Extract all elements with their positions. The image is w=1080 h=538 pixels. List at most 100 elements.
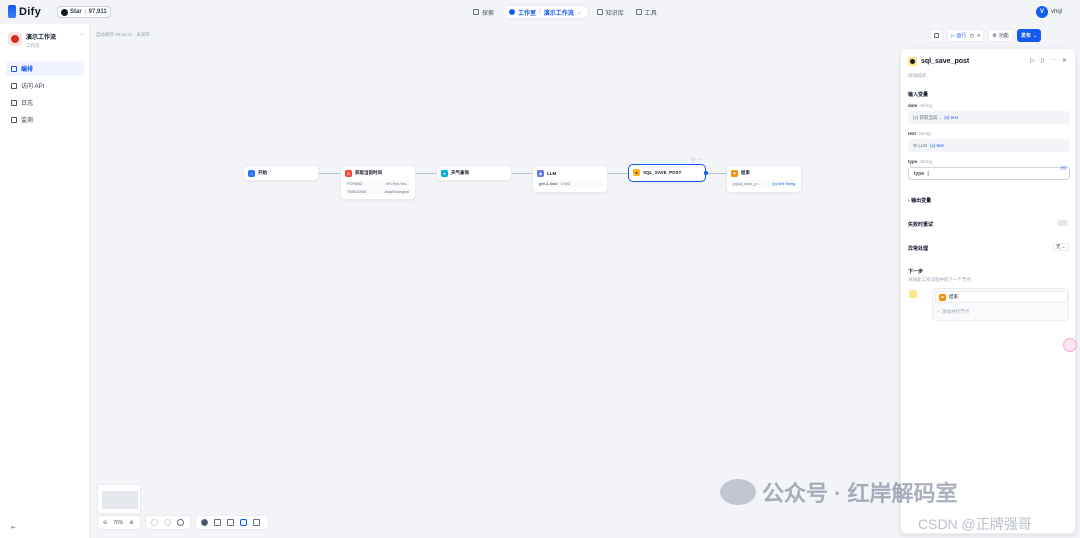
flag-icon: ⚑ xyxy=(731,169,738,177)
add-parallel-node-button[interactable]: + 添加并行节点 xyxy=(937,309,969,315)
github-icon xyxy=(61,8,68,16)
autosave-status: 自动保存 09:24:11 · 未发布 xyxy=(96,32,150,37)
more-icon[interactable]: ··· xyxy=(1050,57,1056,64)
node-output-handle[interactable] xyxy=(704,171,708,175)
field-text[interactable]: ⚙ LLM {x} text xyxy=(908,139,1070,152)
output-vars-heading[interactable]: › 输出变量 xyxy=(908,197,931,204)
edge-llm-sql[interactable] xyxy=(608,173,628,174)
nav-tools-label: 工具 xyxy=(644,10,657,17)
error-handling-select[interactable]: 无 ⌄ xyxy=(1053,243,1069,251)
send-icon: ➤ xyxy=(441,169,448,177)
minimap[interactable] xyxy=(97,484,141,514)
redo-icon[interactable] xyxy=(164,519,171,526)
variable-icon xyxy=(934,33,939,38)
node-llm[interactable]: ◆ LLM glm-4-flash CHAT xyxy=(532,165,608,193)
node-model-row: glm-4-flash CHAT xyxy=(537,180,603,187)
panel-title[interactable]: sql_save_post xyxy=(921,58,969,65)
history-toolbar xyxy=(145,515,191,530)
node-start[interactable]: ⌂ 开始 xyxy=(243,165,319,181)
help-icon[interactable]: ▯ xyxy=(1041,57,1044,64)
field-date[interactable]: {x} 获取当前... {x} text xyxy=(908,111,1070,124)
chevron-down-icon: ⌄ xyxy=(1032,32,1038,39)
history-icon[interactable] xyxy=(177,519,184,526)
brand-name: Dify xyxy=(19,5,41,18)
canvas-toolbar: ▷ 运行 ◷ ≡ ⚙ 功能 发布 ⌄ xyxy=(930,29,1042,42)
nav-studio-label: 工作室 xyxy=(518,10,537,17)
close-icon[interactable]: ✕ xyxy=(1062,57,1067,64)
edge-sql-end[interactable] xyxy=(706,173,726,174)
nav-knowledge[interactable]: 知识库 xyxy=(594,6,627,18)
nav-tools[interactable]: 工具 xyxy=(633,6,660,18)
nav-explore[interactable]: 探索 xyxy=(470,6,497,18)
description-input[interactable]: 添加描述... xyxy=(908,73,930,79)
node-weather[interactable]: ➤ 天气查询 xyxy=(436,165,512,181)
chevron-down-icon: ⌄ xyxy=(576,9,582,16)
history-icon[interactable]: ◷ xyxy=(968,33,974,39)
node-output-row: {x}sql_save_p... {x} text String xyxy=(731,180,797,187)
checklist-icon[interactable]: ≡ xyxy=(976,33,980,39)
run-node-icon[interactable]: ▷ xyxy=(1030,57,1035,64)
hand-icon[interactable] xyxy=(240,519,247,526)
app-breadcrumb[interactable]: 演示工作流 xyxy=(544,8,574,17)
next-step-box: ⚑ 结束 + 添加并行节点 xyxy=(932,288,1069,321)
input-vars-heading[interactable]: 输入变量 xyxy=(908,91,928,98)
env-vars-button[interactable] xyxy=(930,29,943,42)
node-more-icon[interactable]: ▷ ··· xyxy=(692,157,702,163)
user-name: vhql xyxy=(1051,9,1063,15)
node-http[interactable]: ◷ 获取当前时间 FORMAT %Y-%m-%d... TIMEZONE Asia/… xyxy=(340,165,416,200)
publish-button[interactable]: 发布 ⌄ xyxy=(1016,29,1042,42)
sidebar: 演示工作流 工作流 ⌃ 编排 访问 API 日志 监测 ⇤ xyxy=(0,24,90,538)
python-icon xyxy=(909,290,917,298)
retry-label: 失败时重试 xyxy=(908,222,934,228)
field-type[interactable]: type | xyxy=(908,167,1070,180)
home-icon: ⌂ xyxy=(248,169,255,177)
sidebar-item-monitor[interactable]: 监测 xyxy=(6,112,84,127)
llm-icon: ◆ xyxy=(537,169,544,177)
watermark-wechat: 公众号 · 红岸解码室 xyxy=(720,476,958,508)
node-sql-save-post[interactable]: ● SQL_SAVE_POST xyxy=(628,164,708,182)
collapse-sidebar-icon[interactable]: ⇤ xyxy=(11,524,16,531)
sidebar-item-api[interactable]: 访问 API xyxy=(6,78,84,93)
assistant-avatar[interactable] xyxy=(1063,338,1077,352)
field-label-date: date String xyxy=(908,103,933,108)
star-count: 97,911 xyxy=(84,9,110,15)
add-node-icon[interactable] xyxy=(201,519,208,526)
edge-start-http[interactable] xyxy=(319,173,341,174)
app-menu-chevron-icon[interactable]: ⌃ xyxy=(80,33,84,39)
github-star-button[interactable]: Star 97,911 xyxy=(57,6,111,18)
layout-icon[interactable] xyxy=(253,519,260,526)
zoom-out-icon[interactable]: ⊖ xyxy=(103,520,107,526)
variable-insert-icon[interactable]: {x} xyxy=(1061,165,1066,170)
note-icon[interactable] xyxy=(214,519,221,526)
features-button[interactable]: ⚙ 功能 xyxy=(988,29,1013,42)
edge-http-weather[interactable] xyxy=(416,173,436,174)
sidebar-item-logs[interactable]: 日志 xyxy=(6,95,84,110)
compass-icon xyxy=(473,9,479,15)
node-end[interactable]: ⚑ 结束 {x}sql_save_p... {x} text String xyxy=(726,165,802,193)
sidebar-item-label: 日志 xyxy=(21,101,34,107)
next-step-desc: 添加此工作流程中的下一个节点 xyxy=(908,277,971,282)
zoom-level[interactable]: 76% xyxy=(113,520,123,526)
undo-icon[interactable] xyxy=(151,519,158,526)
node-title: SQL_SAVE_POST xyxy=(643,170,682,175)
zoom-in-icon[interactable]: ⊕ xyxy=(129,520,133,526)
sidebar-item-orchestrate[interactable]: 编排 xyxy=(6,61,84,76)
app-header[interactable]: 演示工作流 工作流 ⌃ xyxy=(8,32,86,49)
nav-knowledge-label: 知识库 xyxy=(605,10,624,17)
app-type: 工作流 xyxy=(26,43,40,48)
run-button[interactable]: ▷ 运行 xyxy=(951,32,966,39)
minimap-viewport[interactable] xyxy=(102,491,138,509)
retry-toggle[interactable] xyxy=(1057,220,1068,226)
user-avatar: V xyxy=(1036,6,1048,18)
api-icon xyxy=(11,82,17,89)
edge-weather-llm[interactable] xyxy=(512,173,532,174)
node-title: 结束 xyxy=(741,170,750,175)
node-param-row: FORMAT %Y-%m-%d... xyxy=(345,180,411,187)
pointer-icon[interactable] xyxy=(227,519,234,526)
next-node-end[interactable]: ⚑ 结束 xyxy=(935,291,1068,303)
user-menu[interactable]: V vhql xyxy=(1036,6,1062,18)
wrench-icon xyxy=(635,9,642,15)
nav-studio[interactable]: 工作室 / 演示工作流 ⌄ xyxy=(503,6,588,18)
dify-logo[interactable]: Dify xyxy=(8,5,41,18)
next-step-title: 下一步 xyxy=(908,269,924,275)
